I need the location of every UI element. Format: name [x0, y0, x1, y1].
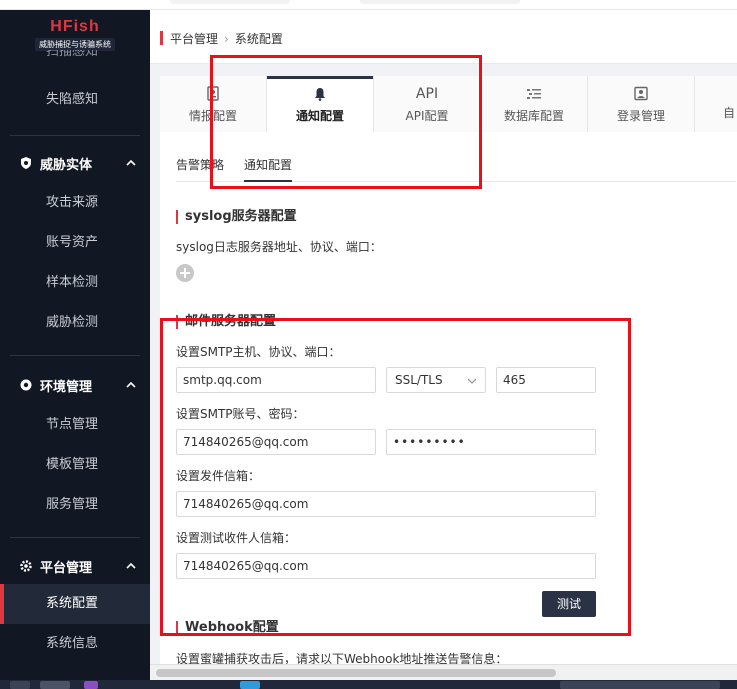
smtp-account-input[interactable]: 714840265@qq.com	[176, 429, 376, 455]
mail-section-title: 邮件服务器配置	[176, 315, 276, 329]
breadcrumb-parent[interactable]: 平台管理	[170, 30, 218, 47]
sidebar-group-label: 威胁实体	[40, 157, 93, 173]
horizontal-scrollbar[interactable]	[150, 664, 737, 680]
sidebar-item-services[interactable]: 服务管理	[0, 485, 150, 525]
tab-login-management[interactable]: 登录管理	[588, 76, 695, 132]
smtp-host-label: 设置SMTP主机、协议、端口：	[176, 345, 341, 359]
sidebar-group-label: 环境管理	[40, 379, 93, 395]
main-content: 情报配置 通知配置 API API配置 数据库配置 登录管理 自 告警策略 通知…	[150, 64, 737, 680]
tab-api-config[interactable]: API API配置	[374, 76, 481, 132]
tab-notification-config[interactable]: 通知配置	[267, 76, 374, 132]
logo-subtitle: 威胁捕捉与诱骗系统	[35, 37, 115, 51]
sidebar-group-platform[interactable]: 平台管理	[0, 546, 150, 586]
sidebar-divider	[10, 537, 140, 538]
browser-strip	[0, 0, 737, 10]
breadcrumb-current: 系统配置	[234, 32, 283, 46]
api-icon: API	[415, 85, 439, 102]
taskbar	[0, 680, 737, 689]
test-button[interactable]: 测试	[542, 591, 596, 617]
smtp-protocol-value: SSL/TLS	[395, 373, 443, 387]
sidebar-group-threat[interactable]: 威胁实体	[0, 143, 150, 183]
tab-overflow[interactable]: 自	[695, 76, 737, 132]
login-icon	[633, 85, 649, 103]
chevron-up-icon	[126, 159, 136, 166]
add-syslog-button[interactable]	[176, 264, 194, 282]
test-recipient-input[interactable]: 714840265@qq.com	[176, 553, 596, 579]
sidebar-group-environment[interactable]: 环境管理	[0, 365, 150, 405]
tab-intel-config[interactable]: 情报配置	[160, 76, 267, 132]
sender-label: 设置发件信箱：	[176, 469, 261, 483]
sidebar-item-system-info[interactable]: 系统信息	[0, 624, 150, 664]
sidebar-item-threat-detection[interactable]: 威胁检测	[0, 303, 150, 343]
sidebar-item-templates[interactable]: 模板管理	[0, 445, 150, 485]
smtp-port-input[interactable]: 465	[496, 367, 596, 393]
database-icon	[526, 85, 542, 103]
chevron-up-icon	[126, 562, 136, 569]
intel-icon	[206, 85, 220, 103]
config-tabs: 情报配置 通知配置 API API配置 数据库配置 登录管理 自	[160, 76, 737, 132]
smtp-host-input[interactable]: smtp.qq.com	[176, 367, 376, 393]
screen: HFish 威胁捕捉与诱骗系统 扫描感知 失陷感知 威胁实体 攻击来源 账号资产…	[0, 0, 737, 689]
tab-label: 登录管理	[616, 108, 665, 123]
sidebar-item-system-config[interactable]: 系统配置	[0, 584, 150, 624]
scrollbar-thumb[interactable]	[156, 669, 556, 677]
env-icon	[18, 377, 34, 393]
plus-icon	[180, 268, 190, 278]
sidebar-item-account-assets[interactable]: 账号资产	[0, 223, 150, 263]
tab-label: 情报配置	[188, 108, 237, 123]
sidebar-divider	[10, 355, 140, 356]
tab-label: 通知配置	[295, 108, 344, 123]
syslog-label: syslog日志服务器地址、协议、端口：	[176, 240, 382, 254]
sidebar-item-nodes[interactable]: 节点管理	[0, 405, 150, 445]
sidebar-group-label: 平台管理	[40, 560, 93, 576]
tab-label: API配置	[405, 108, 449, 123]
subtab-alert-policy[interactable]: 告警策略	[176, 148, 224, 182]
bell-icon	[313, 85, 327, 103]
chevron-up-icon	[126, 381, 136, 388]
tab-label: 自	[723, 106, 736, 120]
smtp-protocol-select[interactable]: SSL/TLS	[386, 367, 486, 393]
gear-icon	[18, 558, 34, 574]
page-header: 平台管理 › 系统配置	[150, 10, 737, 64]
tab-database-config[interactable]: 数据库配置	[481, 76, 588, 132]
subtab-notification-config[interactable]: 通知配置	[244, 148, 293, 182]
sidebar-item-scan[interactable]: 扫描感知	[0, 50, 150, 64]
chevron-down-icon	[467, 378, 477, 384]
tab-label: 数据库配置	[503, 108, 564, 123]
smtp-password-input[interactable]: •••••••••	[386, 429, 596, 455]
config-card: 情报配置 通知配置 API API配置 数据库配置 登录管理 自 告警策略 通知…	[160, 76, 737, 680]
sender-input[interactable]: 714840265@qq.com	[176, 491, 596, 517]
syslog-section-title: syslog服务器配置	[176, 210, 297, 224]
breadcrumb: 平台管理 › 系统配置	[170, 30, 283, 47]
webhook-section-title: Webhook配置	[176, 621, 279, 635]
test-recipient-label: 设置测试收件人信箱：	[176, 531, 297, 545]
breadcrumb-accent	[160, 31, 163, 45]
chevron-right-icon: ›	[224, 31, 229, 46]
logo-title: HFish	[50, 17, 100, 35]
sub-tabs: 告警策略 通知配置	[176, 148, 736, 182]
sidebar: HFish 威胁捕捉与诱骗系统 扫描感知 失陷感知 威胁实体 攻击来源 账号资产…	[0, 10, 150, 680]
sidebar-divider	[10, 135, 140, 136]
shield-icon	[18, 155, 34, 171]
sidebar-item-attack-source[interactable]: 攻击来源	[0, 183, 150, 223]
smtp-account-label: 设置SMTP账号、密码：	[176, 407, 305, 421]
sidebar-item-sample-detection[interactable]: 样本检测	[0, 263, 150, 303]
sidebar-item-compromise[interactable]: 失陷感知	[0, 80, 150, 120]
